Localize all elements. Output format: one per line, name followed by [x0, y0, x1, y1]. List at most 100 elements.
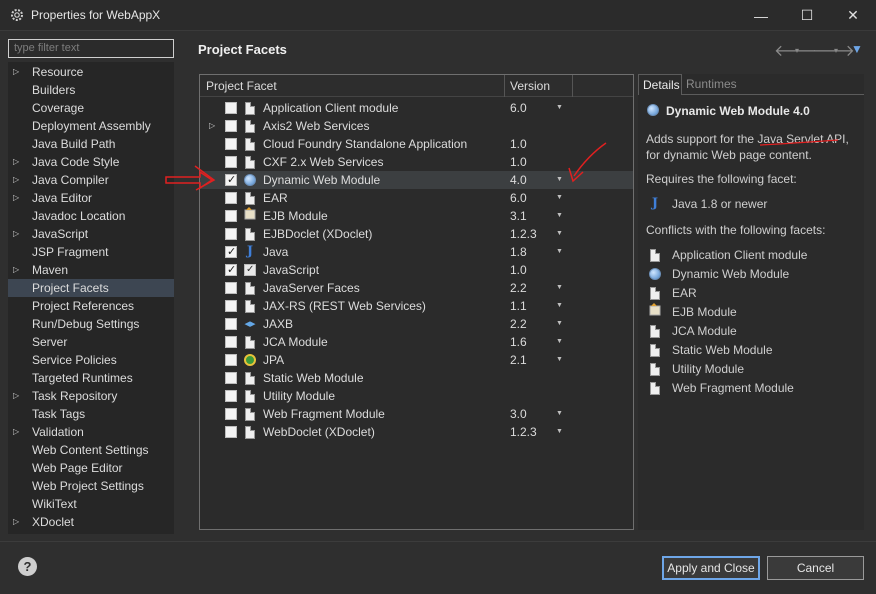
sidebar-item-project-references[interactable]: Project References — [8, 297, 174, 315]
facet-checkbox[interactable] — [225, 210, 237, 222]
apply-and-close-button[interactable]: Apply and Close — [662, 556, 760, 580]
sidebar-item-web-content-settings[interactable]: Web Content Settings — [8, 441, 174, 459]
sidebar-item-java-editor[interactable]: ▷ Java Editor — [8, 189, 174, 207]
facet-row[interactable]: JavaServer Faces 2.2 ▼ — [200, 279, 633, 297]
facet-checkbox[interactable] — [225, 243, 237, 261]
facet-checkbox[interactable] — [225, 156, 237, 168]
column-header-version[interactable]: Version — [510, 79, 550, 93]
facet-row[interactable]: JPA 2.1 ▼ — [200, 351, 633, 369]
facet-row[interactable]: Web Fragment Module 3.0 ▼ — [200, 405, 633, 423]
sidebar-item-web-page-editor[interactable]: Web Page Editor — [8, 459, 174, 477]
facet-row[interactable]: CXF 2.x Web Services 1.0 — [200, 153, 633, 171]
version-dropdown-icon[interactable]: ▼ — [556, 405, 563, 423]
facet-version[interactable]: 1.0 — [510, 261, 527, 279]
facet-row[interactable]: Static Web Module — [200, 369, 633, 387]
version-dropdown-icon[interactable]: ▼ — [556, 225, 563, 243]
facet-checkbox[interactable] — [225, 192, 237, 204]
facet-checkbox[interactable] — [225, 120, 237, 132]
facet-checkbox[interactable] — [225, 336, 237, 348]
version-dropdown-icon[interactable]: ▼ — [556, 99, 563, 117]
sidebar-item-service-policies[interactable]: Service Policies — [8, 351, 174, 369]
expand-arrow-icon[interactable]: ▷ — [13, 171, 19, 189]
sidebar-item-deployment-assembly[interactable]: Deployment Assembly — [8, 117, 174, 135]
facet-row[interactable]: WebDoclet (XDoclet) 1.2.3 ▼ — [200, 423, 633, 441]
facet-row[interactable]: J Java 1.8 ▼ — [200, 243, 633, 261]
version-dropdown-icon[interactable]: ▼ — [556, 243, 563, 261]
expand-arrow-icon[interactable]: ▷ — [209, 117, 215, 135]
facet-row[interactable]: EAR 6.0 ▼ — [200, 189, 633, 207]
facet-checkbox[interactable] — [225, 372, 237, 384]
version-dropdown-icon[interactable]: ▼ — [556, 315, 563, 333]
facet-version[interactable]: 2.2 — [510, 279, 527, 297]
facet-checkbox[interactable] — [225, 354, 237, 366]
facet-row[interactable]: EJBDoclet (XDoclet) 1.2.3 ▼ — [200, 225, 633, 243]
version-dropdown-icon[interactable]: ▼ — [556, 189, 563, 207]
facet-row[interactable]: ▷ Axis2 Web Services — [200, 117, 633, 135]
facet-version[interactable]: 1.6 — [510, 333, 527, 351]
facet-row[interactable]: Application Client module 6.0 ▼ — [200, 99, 633, 117]
facet-version[interactable]: 1.2.3 — [510, 225, 537, 243]
facet-version[interactable]: 1.0 — [510, 153, 527, 171]
expand-arrow-icon[interactable]: ▷ — [13, 387, 19, 405]
sidebar-item-web-project-settings[interactable]: Web Project Settings — [8, 477, 174, 495]
sidebar-item-java-build-path[interactable]: Java Build Path — [8, 135, 174, 153]
facet-checkbox[interactable] — [225, 261, 237, 279]
facet-checkbox[interactable] — [225, 282, 237, 294]
facet-row[interactable]: EJB Module 3.1 ▼ — [200, 206, 633, 225]
expand-arrow-icon[interactable]: ▷ — [13, 261, 19, 279]
facet-row[interactable]: Dynamic Web Module 4.0 ▼ — [200, 171, 633, 189]
facet-checkbox[interactable] — [225, 102, 237, 114]
sidebar-item-java-compiler[interactable]: ▷ Java Compiler — [8, 171, 174, 189]
sidebar-item-task-repository[interactable]: ▷ Task Repository — [8, 387, 174, 405]
facet-checkbox[interactable] — [225, 228, 237, 240]
back-dropdown-icon[interactable]: ▾ — [795, 46, 799, 55]
facet-checkbox[interactable] — [225, 318, 237, 330]
sidebar-item-java-code-style[interactable]: ▷ Java Code Style — [8, 153, 174, 171]
facet-row[interactable]: ◂▸ JAXB 2.2 ▼ — [200, 315, 633, 333]
facet-row[interactable]: JavaScript 1.0 — [200, 261, 633, 279]
sidebar-item-xdoclet[interactable]: ▷ XDoclet — [8, 513, 174, 531]
filter-input[interactable]: type filter text — [8, 39, 174, 58]
facet-checkbox[interactable] — [225, 171, 237, 189]
version-dropdown-icon[interactable]: ▼ — [556, 171, 563, 189]
sidebar-item-task-tags[interactable]: Task Tags — [8, 405, 174, 423]
facet-row[interactable]: Cloud Foundry Standalone Application 1.0 — [200, 135, 633, 153]
expand-arrow-icon[interactable]: ▷ — [13, 423, 19, 441]
facet-version[interactable]: 1.2.3 — [510, 423, 537, 441]
sidebar-item-run-debug-settings[interactable]: Run/Debug Settings — [8, 315, 174, 333]
facet-version[interactable]: 1.8 — [510, 243, 527, 261]
facet-version[interactable]: 3.0 — [510, 405, 527, 423]
sidebar-item-maven[interactable]: ▷ Maven — [8, 261, 174, 279]
facet-version[interactable]: 6.0 — [510, 99, 527, 117]
facet-checkbox[interactable] — [225, 300, 237, 312]
column-header-facet[interactable]: Project Facet — [206, 79, 277, 93]
maximize-button[interactable]: ☐ — [784, 0, 830, 31]
version-dropdown-icon[interactable]: ▼ — [556, 207, 563, 225]
facet-version[interactable]: 3.1 — [510, 207, 527, 225]
sidebar-item-jsp-fragment[interactable]: JSP Fragment — [8, 243, 174, 261]
sidebar-item-coverage[interactable]: Coverage — [8, 99, 174, 117]
version-dropdown-icon[interactable]: ▼ — [556, 279, 563, 297]
help-button[interactable]: ? — [18, 557, 37, 576]
tab-runtimes[interactable]: Runtimes — [682, 74, 742, 95]
sidebar-item-javascript[interactable]: ▷ JavaScript — [8, 225, 174, 243]
facet-checkbox[interactable] — [225, 426, 237, 438]
facet-version[interactable]: 6.0 — [510, 189, 527, 207]
forward-dropdown-icon[interactable]: ▾ — [834, 46, 838, 55]
facet-row[interactable]: Utility Module — [200, 387, 633, 405]
facet-row[interactable]: JCA Module 1.6 ▼ — [200, 333, 633, 351]
expand-arrow-icon[interactable]: ▷ — [13, 63, 19, 81]
minimize-button[interactable]: — — [738, 0, 784, 31]
sidebar-item-resource[interactable]: ▷ Resource — [8, 63, 174, 81]
view-menu-icon[interactable]: ▼ — [851, 42, 863, 56]
tab-details[interactable]: Details — [638, 74, 682, 95]
facet-version[interactable]: 1.1 — [510, 297, 527, 315]
expand-arrow-icon[interactable]: ▷ — [13, 189, 19, 207]
version-dropdown-icon[interactable]: ▼ — [556, 423, 563, 441]
facet-version[interactable]: 4.0 — [510, 171, 527, 189]
sidebar-item-builders[interactable]: Builders — [8, 81, 174, 99]
sidebar-item-project-facets[interactable]: Project Facets — [8, 279, 174, 297]
version-dropdown-icon[interactable]: ▼ — [556, 351, 563, 369]
version-dropdown-icon[interactable]: ▼ — [556, 297, 563, 315]
close-button[interactable]: ✕ — [830, 0, 876, 31]
